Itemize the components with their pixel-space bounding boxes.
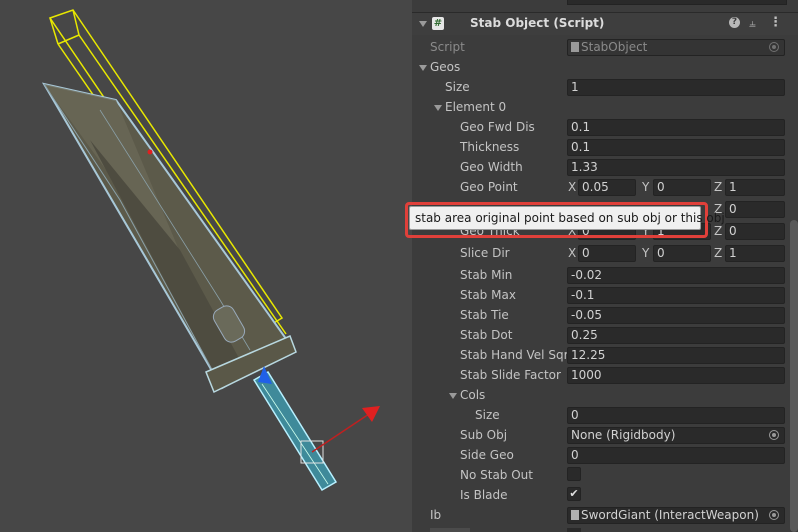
geo-point-label: Geo Point xyxy=(460,180,518,194)
slice-dir-x-field[interactable]: 0 xyxy=(578,245,636,262)
stab-slide-factor-label: Stab Slide Factor xyxy=(460,368,561,382)
geo-width-label: Geo Width xyxy=(460,160,523,174)
geo-point-z-field[interactable]: 1 xyxy=(725,179,785,196)
component-title: Stab Object (Script) xyxy=(470,16,605,30)
stab-hand-vel-sqrt-label: Stab Hand Vel Sqrt xyxy=(460,348,574,362)
geo-thick-z-axis: Z xyxy=(714,224,723,238)
side-geo-label: Side Geo xyxy=(460,448,514,462)
geo-width-field[interactable]: 1.33 xyxy=(567,159,785,176)
tooltip: stab area original point based on sub ob… xyxy=(409,206,725,230)
side-geo-field[interactable]: 0 xyxy=(567,447,785,464)
previous-component-strip xyxy=(412,0,798,6)
script-file-icon xyxy=(571,510,579,520)
script-label: Script xyxy=(430,40,465,54)
ib-label: Ib xyxy=(430,508,442,522)
next-row-checkbox-partial xyxy=(567,528,581,532)
stab-dot-field[interactable]: 0.25 xyxy=(567,327,785,344)
slice-dir-y-field[interactable]: 0 xyxy=(653,245,711,262)
cols-size-field[interactable]: 0 xyxy=(567,407,785,424)
hidden-row-z-field[interactable]: 0 xyxy=(725,201,785,218)
script-field: StabObject xyxy=(567,39,785,56)
stab-tie-field[interactable]: -0.05 xyxy=(567,307,785,324)
cols-label[interactable]: Cols xyxy=(460,388,485,402)
inspector-scrollbar[interactable] xyxy=(790,220,798,532)
sub-obj-label: Sub Obj xyxy=(460,428,508,442)
is-blade-label: Is Blade xyxy=(460,488,508,502)
stab-min-label: Stab Min xyxy=(460,268,513,282)
slice-dir-x-axis: X xyxy=(568,246,577,260)
sub-obj-field[interactable]: None (Rigidbody) xyxy=(567,427,785,444)
script-file-icon xyxy=(571,42,579,52)
geo-point-x-axis: X xyxy=(568,180,577,194)
geo-point-z-axis: Z xyxy=(714,180,723,194)
stab-min-field[interactable]: -0.02 xyxy=(567,267,785,284)
geos-label[interactable]: Geos xyxy=(430,60,460,74)
geo-fwd-dis-label: Geo Fwd Dis xyxy=(460,120,535,134)
script-hash-icon: # xyxy=(432,17,444,30)
no-stab-out-checkbox[interactable] xyxy=(567,467,581,481)
element0-foldout-arrow-icon[interactable] xyxy=(434,105,442,111)
kebab-menu-icon[interactable]: ⋮ xyxy=(769,15,782,30)
cols-size-label: Size xyxy=(475,408,500,422)
checkmark-icon: ✔ xyxy=(569,487,579,500)
stab-dot-label: Stab Dot xyxy=(460,328,513,342)
script-value: StabObject xyxy=(581,40,648,54)
stab-slide-factor-field[interactable]: 1000 xyxy=(567,367,785,384)
geo-point-y-field[interactable]: 0 xyxy=(653,179,711,196)
tooltip-text: stab area original point based on sub ob… xyxy=(415,211,725,225)
preset-sliders-icon[interactable]: ⫨ xyxy=(749,16,756,31)
slice-dir-z-axis: Z xyxy=(714,246,723,260)
no-stab-out-label: No Stab Out xyxy=(460,468,533,482)
help-icon[interactable]: ? xyxy=(729,17,740,28)
sub-obj-picker-icon[interactable] xyxy=(769,430,779,440)
foldout-arrow-icon[interactable] xyxy=(419,21,427,27)
slice-dir-label: Slice Dir xyxy=(460,246,510,260)
ib-field[interactable]: SwordGiant (InteractWeapon) xyxy=(567,507,785,524)
geos-size-label: Size xyxy=(445,80,470,94)
is-blade-checkbox[interactable]: ✔ xyxy=(567,487,581,501)
slice-dir-z-field[interactable]: 1 xyxy=(725,245,785,262)
cols-foldout-arrow-icon[interactable] xyxy=(449,393,457,399)
slice-dir-y-axis: Y xyxy=(642,246,650,260)
thickness-field[interactable]: 0.1 xyxy=(567,139,785,156)
previous-field xyxy=(567,0,787,5)
geos-foldout-arrow-icon[interactable] xyxy=(419,65,427,71)
geo-point-y-axis: Y xyxy=(642,180,650,194)
scene-view[interactable] xyxy=(0,0,412,532)
geos-size-field[interactable]: 1 xyxy=(567,79,785,96)
thickness-label: Thickness xyxy=(460,140,520,154)
element0-label[interactable]: Element 0 xyxy=(445,100,506,114)
next-row-label-partial xyxy=(430,528,470,532)
stab-tie-label: Stab Tie xyxy=(460,308,509,322)
component-header[interactable]: # Stab Object (Script) ? ⫨ ⋮ xyxy=(412,12,798,35)
stab-max-label: Stab Max xyxy=(460,288,516,302)
sword-model[interactable] xyxy=(0,0,412,532)
stab-hand-vel-sqrt-field[interactable]: 12.25 xyxy=(567,347,785,364)
inspector-panel: # Stab Object (Script) ? ⫨ ⋮ Script Stab… xyxy=(412,0,798,532)
ib-value: SwordGiant (InteractWeapon) xyxy=(581,508,759,522)
ib-picker-icon[interactable] xyxy=(769,510,779,520)
geo-fwd-dis-field[interactable]: 0.1 xyxy=(567,119,785,136)
geo-point-x-field[interactable]: 0.05 xyxy=(578,179,636,196)
geo-thick-z-field[interactable]: 0 xyxy=(725,223,785,240)
stab-max-field[interactable]: -0.1 xyxy=(567,287,785,304)
object-picker-icon xyxy=(769,42,779,52)
